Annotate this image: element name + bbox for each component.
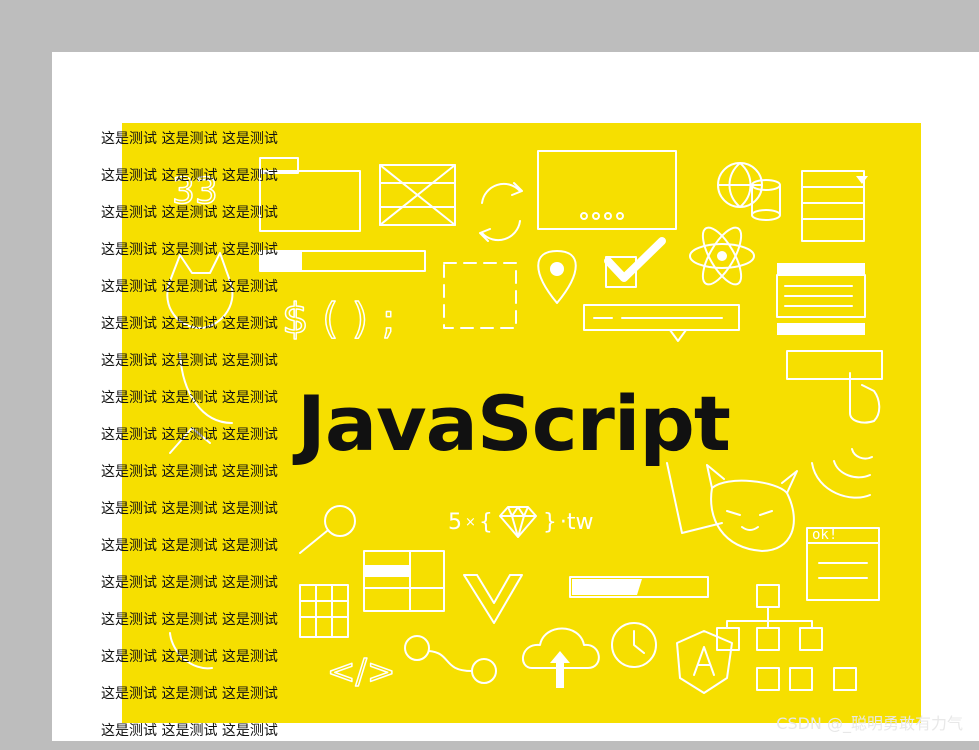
text-line: 这是测试 这是测试 这是测试 <box>101 427 278 443</box>
svg-text:</>: </> <box>327 652 395 692</box>
logo-right-brace: } <box>542 509 557 535</box>
text-line: 这是测试 这是测试 这是测试 <box>101 501 278 517</box>
text-line: 这是测试 这是测试 这是测试 <box>101 575 278 591</box>
five-x-ruby-tw-logo: 5 × { } ·tw <box>448 504 594 540</box>
test-text-lines: 这是测试 这是测试 这是测试 这是测试 这是测试 这是测试 这是测试 这是测试 … <box>101 121 331 750</box>
logo-prefix: 5 <box>448 509 462 535</box>
text-line: 这是测试 这是测试 这是测试 <box>101 353 278 369</box>
text-line: 这是测试 这是测试 这是测试 <box>101 723 278 739</box>
logo-times: × <box>465 514 476 530</box>
text-line: 这是测试 这是测试 这是测试 <box>101 612 278 628</box>
ok-badge-text: ok! <box>812 527 838 543</box>
text-line: 这是测试 这是测试 这是测试 <box>101 242 278 258</box>
text-line: 这是测试 这是测试 这是测试 <box>101 390 278 406</box>
text-line: 这是测试 这是测试 这是测试 <box>101 316 278 332</box>
csdn-watermark: CSDN @_聪明勇敢有力气 <box>776 714 963 733</box>
text-line: 这是测试 这是测试 这是测试 <box>101 205 278 221</box>
logo-suffix: ·tw <box>559 509 594 535</box>
text-line: 这是测试 这是测试 这是测试 <box>101 168 278 184</box>
text-line: 这是测试 这是测试 这是测试 <box>101 649 278 665</box>
gem-icon <box>498 506 537 538</box>
javascript-title: JavaScript <box>297 379 731 468</box>
logo-left-brace: { <box>478 509 493 535</box>
text-line: 这是测试 这是测试 这是测试 <box>101 538 278 554</box>
text-line: 这是测试 这是测试 这是测试 <box>101 279 278 295</box>
text-line: 这是测试 这是测试 这是测试 <box>101 464 278 480</box>
text-line: 这是测试 这是测试 这是测试 <box>101 131 278 147</box>
text-line: 这是测试 这是测试 这是测试 <box>101 686 278 702</box>
